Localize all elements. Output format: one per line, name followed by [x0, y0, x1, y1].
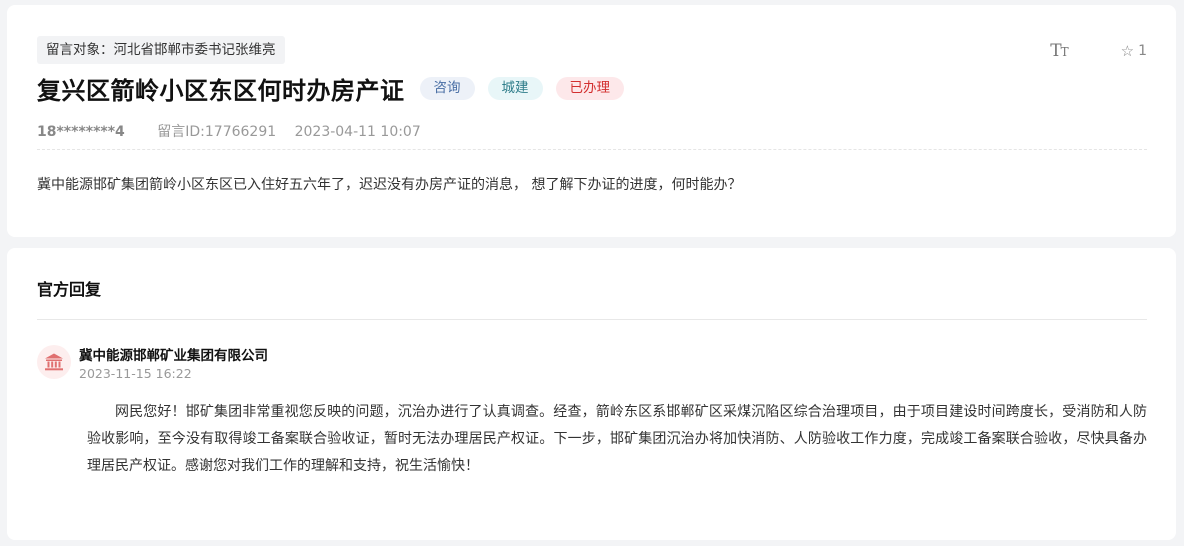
- reply-content: 网民您好！邯矿集团非常重视您反映的问题，沉治办进行了认真调查。经查，箭岭东区系邯…: [87, 404, 1147, 474]
- reply-org-name: 冀中能源邯郸矿业集团有限公司: [79, 348, 268, 364]
- status-badge: 已办理: [555, 77, 624, 100]
- type-badge: 咨询: [419, 77, 475, 100]
- top-actions: TT ☆ 1: [1050, 41, 1147, 61]
- page-title: 复兴区箭岭小区东区何时办房产证: [37, 77, 405, 105]
- star-outline-icon: ☆: [1120, 42, 1135, 60]
- message-content: 冀中能源邯矿集团箭岭小区东区已入住好五六年了，迟迟没有办房产证的消息， 想了解下…: [37, 177, 742, 193]
- government-building-icon: [45, 353, 63, 371]
- reply-datetime: 2023-11-15 16:22: [79, 366, 192, 381]
- text-size-icon-large: T: [1050, 41, 1061, 61]
- official-reply-card: 官方回复 冀中能源邯郸矿业集团有限公司 2023-11-15 16:22 网民您…: [7, 248, 1176, 540]
- divider: [37, 149, 1147, 150]
- text-size-icon[interactable]: TT: [1050, 41, 1069, 61]
- category-badge: 城建: [487, 77, 543, 100]
- user-id: 18********4: [37, 124, 125, 140]
- section-title: 官方回复: [37, 280, 102, 299]
- favorite-button[interactable]: ☆ 1: [1121, 42, 1147, 60]
- divider: [37, 319, 1147, 320]
- favorite-count: 1: [1138, 43, 1147, 59]
- message-id: 留言ID:17766291: [157, 124, 277, 140]
- message-datetime: 2023-04-11 10:07: [294, 124, 421, 140]
- message-card: 留言对象：河北省邯郸市委书记张维亮 TT ☆ 1 复兴区箭岭小区东区何时办房产证…: [7, 5, 1176, 237]
- avatar: [37, 345, 71, 379]
- message-target-tag: 留言对象：河北省邯郸市委书记张维亮: [37, 36, 285, 64]
- message-meta: 18********4 留言ID:17766291 2023-04-11 10:…: [37, 121, 421, 141]
- title-row: 复兴区箭岭小区东区何时办房产证 咨询 城建 已办理: [37, 71, 624, 106]
- text-size-icon-small: T: [1060, 45, 1069, 59]
